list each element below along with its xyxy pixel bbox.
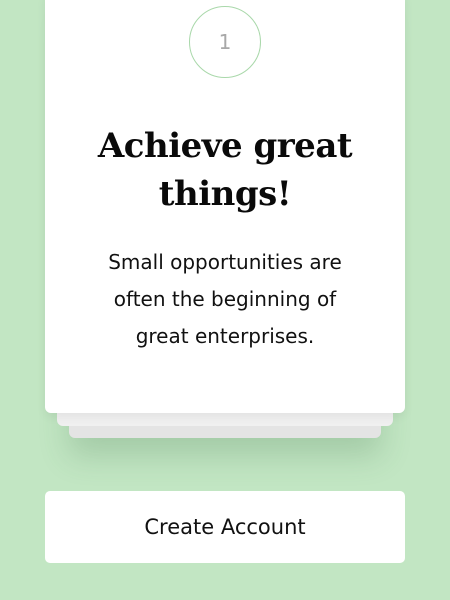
step-indicator: 1 — [189, 6, 261, 78]
create-account-label: Create Account — [144, 515, 306, 539]
card-title: Achieve great things! — [97, 126, 353, 214]
step-number: 1 — [218, 30, 232, 54]
onboarding-card: 1 Achieve great things! Small opportunit… — [45, 0, 405, 413]
create-account-button[interactable]: Create Account — [45, 491, 405, 563]
card-description: Small opportunities are often the beginn… — [108, 250, 342, 348]
